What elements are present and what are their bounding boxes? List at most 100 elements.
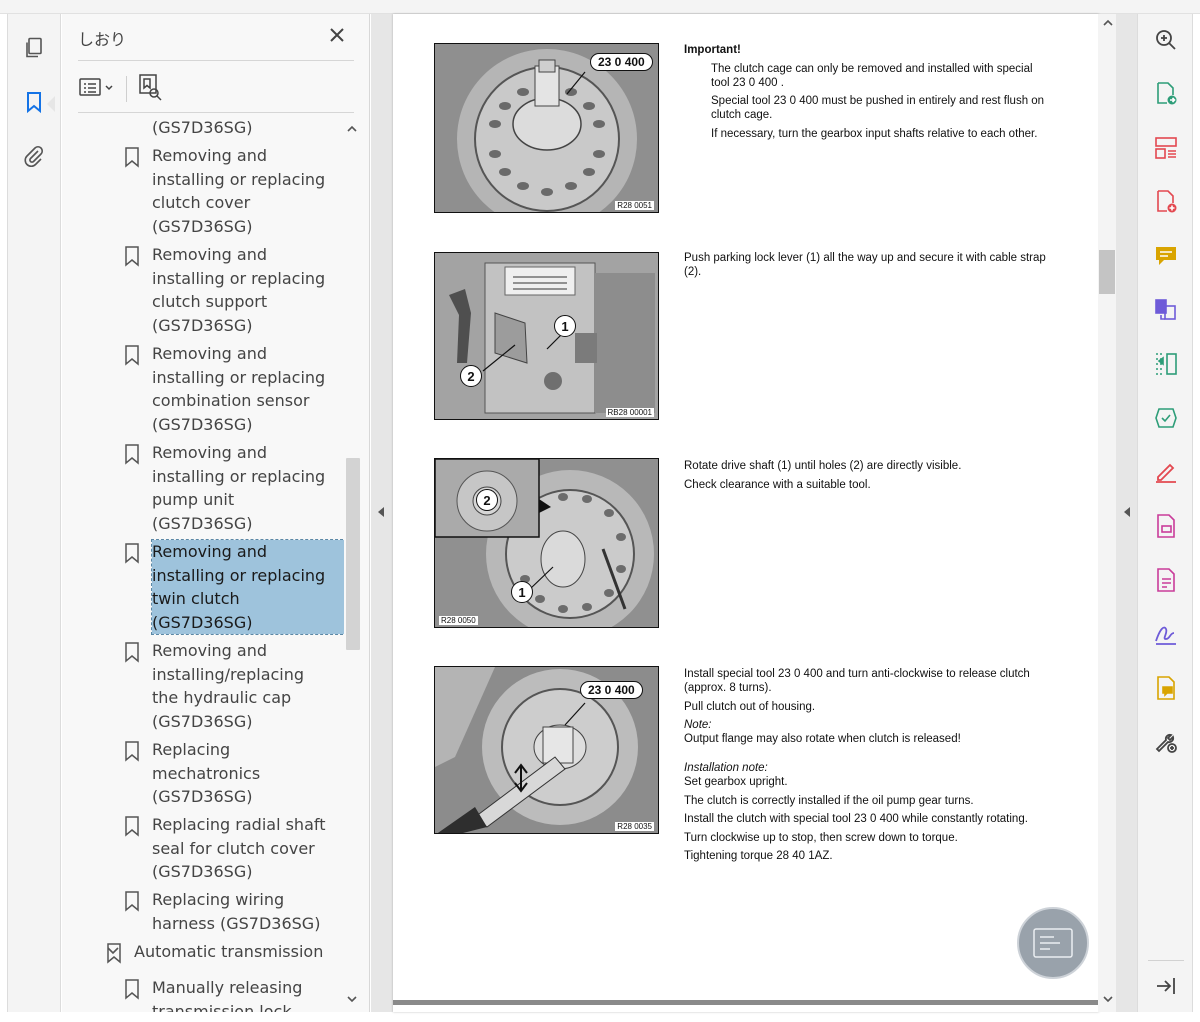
right-tools-rail bbox=[1137, 14, 1193, 1012]
step3-text: Rotate drive shaft (1) until holes (2) a… bbox=[684, 459, 1054, 496]
document-scrollbar[interactable] bbox=[1098, 14, 1116, 1012]
step2-text: Push parking lock lever (1) all the way … bbox=[684, 251, 1054, 284]
text-line: Check clearance with a suitable tool. bbox=[684, 478, 871, 491]
close-icon[interactable] bbox=[326, 24, 348, 46]
text-line: Install the clutch with special tool 23 … bbox=[684, 813, 1028, 825]
bookmark-item[interactable]: Removing and installing or replacing clu… bbox=[125, 243, 344, 337]
organize-pages-icon[interactable] bbox=[1152, 134, 1180, 162]
bookmark-icon bbox=[125, 979, 139, 1000]
bookmarks-scrollbar[interactable] bbox=[344, 122, 362, 1012]
new-bookmark-button[interactable] bbox=[138, 72, 166, 102]
figure-code: R28 0051 bbox=[615, 201, 654, 210]
text-line: The clutch is correctly installed if the… bbox=[684, 794, 974, 807]
bookmark-item[interactable]: Manually releasing transmission lock bbox=[125, 976, 344, 1012]
installation-note-label: Installation note: bbox=[684, 762, 768, 774]
note-label: Note: bbox=[684, 719, 712, 731]
bookmark-item[interactable]: Removing and installing or replacing com… bbox=[125, 342, 344, 436]
label-2: 2 bbox=[460, 365, 482, 387]
bookmark-item[interactable]: (GS7D36SG) bbox=[152, 116, 344, 140]
active-panel-marker bbox=[47, 96, 55, 112]
bookmark-icon bbox=[107, 943, 121, 964]
bookmark-icon[interactable] bbox=[20, 88, 48, 116]
divider bbox=[78, 112, 354, 113]
text-line: Tightening torque 28 40 1AZ. bbox=[684, 850, 833, 862]
bookmark-item[interactable]: Replacing radial shaft seal for clutch c… bbox=[125, 813, 344, 884]
bookmark-icon bbox=[125, 147, 139, 168]
horizontal-scrollbar[interactable] bbox=[393, 1000, 1099, 1005]
bookmarks-panel: しおり (GS7D36SG) Removing and installing o… bbox=[62, 14, 370, 1012]
create-pdf-icon[interactable] bbox=[1152, 188, 1180, 216]
panel-title: しおり bbox=[78, 30, 127, 49]
bookmark-item[interactable]: Replacing wiring harness (GS7D36SG) bbox=[125, 888, 344, 935]
chevron-up-icon[interactable] bbox=[346, 124, 358, 134]
tool-callout: 23 0 400 bbox=[580, 681, 643, 699]
step1-text: Important! The clutch cage can only be r… bbox=[684, 43, 1054, 145]
divider bbox=[1148, 960, 1184, 961]
bookmark-tree: (GS7D36SG) Removing and installing or re… bbox=[62, 114, 344, 1012]
chevron-down-icon[interactable] bbox=[346, 994, 358, 1004]
pages-icon[interactable] bbox=[20, 34, 48, 62]
attachment-icon[interactable] bbox=[20, 142, 48, 170]
figure-code: RB28 00001 bbox=[605, 408, 654, 417]
figure-code: R28 0050 bbox=[439, 616, 478, 625]
protect-icon[interactable] bbox=[1152, 512, 1180, 540]
text-line: Turn clockwise up to stop, then screw do… bbox=[684, 831, 958, 844]
figure-code: R28 0035 bbox=[615, 822, 654, 831]
chevron-down-icon[interactable] bbox=[1102, 994, 1114, 1004]
bookmark-icon bbox=[125, 891, 139, 912]
figure-drive-shaft: 2 1 R28 0050 bbox=[434, 458, 659, 628]
bookmark-icon bbox=[125, 543, 139, 564]
zoom-icon[interactable] bbox=[1152, 26, 1180, 54]
collapse-left-panel-icon[interactable] bbox=[375, 504, 387, 520]
bookmark-item[interactable]: Removing and installing or replacing clu… bbox=[125, 144, 344, 238]
top-toolbar-strip bbox=[0, 0, 1200, 14]
text-line: Push parking lock lever (1) all the way … bbox=[684, 252, 1046, 278]
figure-clutch-cage-tool: 23 0 400 R28 0051 bbox=[434, 43, 659, 213]
compress-icon[interactable] bbox=[1152, 350, 1180, 378]
text-line: Set gearbox upright. bbox=[684, 776, 788, 788]
step4-text: Install special tool 23 0 400 and turn a… bbox=[684, 667, 1054, 868]
bookmark-item[interactable]: Removing and installing or replacing pum… bbox=[125, 441, 344, 535]
scrollbar-thumb[interactable] bbox=[346, 458, 360, 650]
edit-pdf-icon[interactable] bbox=[1152, 404, 1180, 432]
document-icon bbox=[1033, 928, 1073, 958]
step1-heading: Important! bbox=[684, 44, 741, 56]
text-line: Install special tool 23 0 400 and turn a… bbox=[684, 668, 1030, 694]
figure-release-clutch: 23 0 400 R28 0035 bbox=[434, 666, 659, 834]
text-line: The clutch cage can only be removed and … bbox=[711, 62, 1033, 89]
send-comments-icon[interactable] bbox=[1152, 674, 1180, 702]
request-signature-icon[interactable] bbox=[1152, 620, 1180, 648]
floating-assistant-button[interactable] bbox=[1017, 907, 1089, 979]
bookmark-options-button[interactable] bbox=[78, 74, 118, 102]
combine-files-icon[interactable] bbox=[1152, 296, 1180, 324]
redact-icon[interactable] bbox=[1152, 566, 1180, 594]
figure-parking-lock-lever: 1 2 RB28 00001 bbox=[434, 252, 659, 420]
bookmark-icon bbox=[125, 816, 139, 837]
bookmark-icon bbox=[125, 642, 139, 663]
bookmark-item[interactable]: Replacing mechatronics (GS7D36SG) bbox=[125, 738, 344, 809]
label-1: 1 bbox=[554, 315, 576, 337]
bookmark-item[interactable]: Removing and installing/replacing the hy… bbox=[125, 639, 344, 733]
export-pdf-icon[interactable] bbox=[1152, 80, 1180, 108]
label-2: 2 bbox=[476, 489, 498, 511]
left-navigation-rail bbox=[7, 14, 61, 1012]
collapse-panel-icon[interactable] bbox=[1152, 972, 1180, 1000]
toolbar-separator bbox=[126, 76, 127, 102]
bookmark-item-parent[interactable]: Automatic transmission bbox=[107, 940, 344, 964]
more-tools-icon[interactable] bbox=[1152, 728, 1180, 756]
chevron-up-icon[interactable] bbox=[1102, 18, 1114, 28]
scrollbar-thumb[interactable] bbox=[1099, 250, 1115, 294]
collapse-right-panel-icon[interactable] bbox=[1121, 504, 1133, 520]
fill-sign-icon[interactable] bbox=[1152, 458, 1180, 486]
bookmark-item-selected[interactable]: Removing and installing or replacing twi… bbox=[125, 539, 344, 635]
comment-icon[interactable] bbox=[1152, 242, 1180, 270]
note-text: Output flange may also rotate when clutc… bbox=[684, 733, 961, 745]
text-line: If necessary, turn the gearbox input sha… bbox=[711, 127, 1038, 140]
bookmark-icon bbox=[125, 345, 139, 366]
bookmark-icon bbox=[125, 741, 139, 762]
text-line: Pull clutch out of housing. bbox=[684, 700, 816, 713]
bookmark-icon bbox=[125, 246, 139, 267]
text-line: Special tool 23 0 400 must be pushed in … bbox=[711, 95, 1045, 121]
bookmark-icon bbox=[125, 444, 139, 465]
label-1: 1 bbox=[511, 581, 533, 603]
